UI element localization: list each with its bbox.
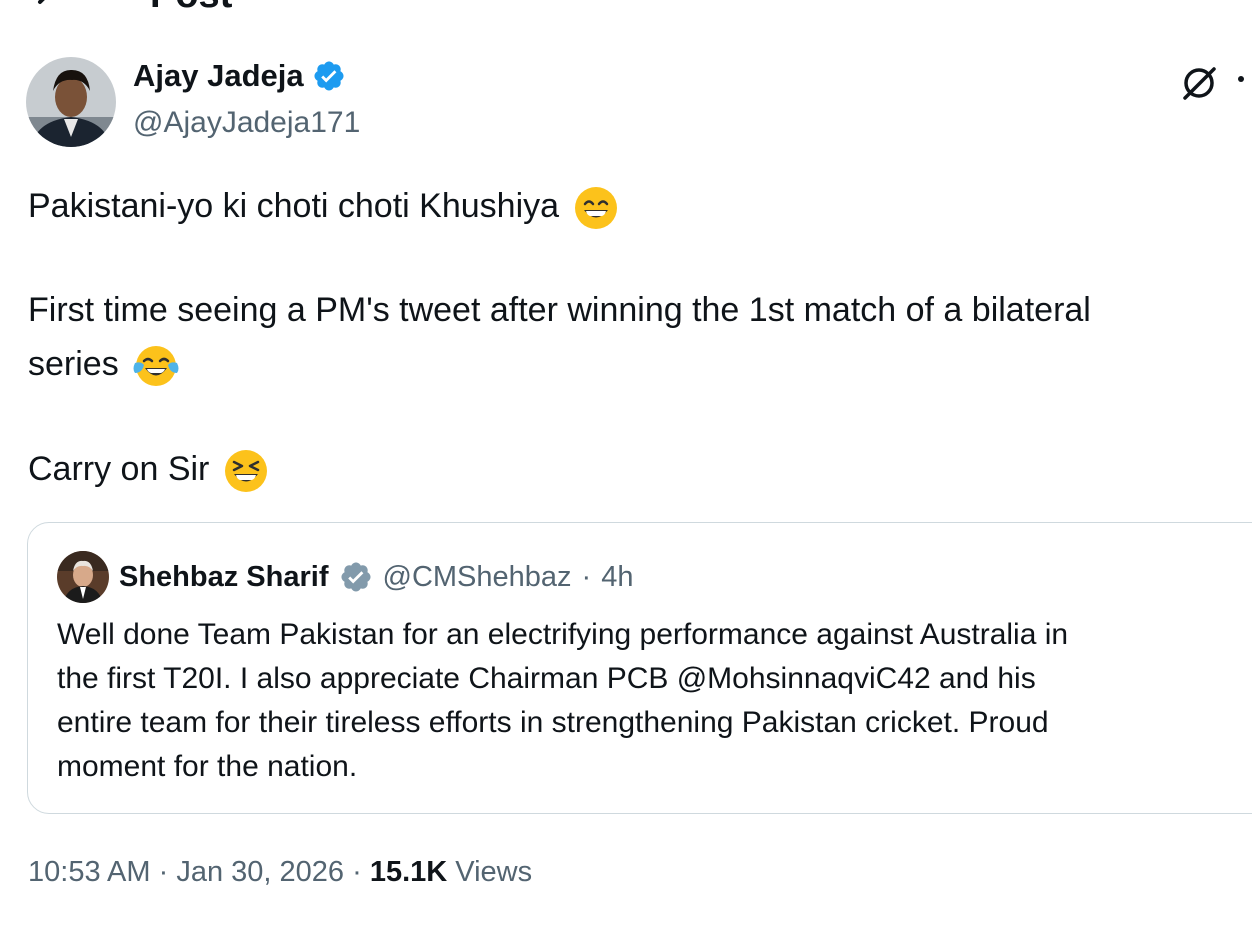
separator-dot: · (158, 856, 169, 888)
post-time[interactable]: 10:53 AM (28, 856, 151, 888)
author-name[interactable]: Ajay Jadeja (133, 58, 304, 94)
tweet-line: series (28, 338, 180, 390)
post-meta-row: 10:53 AM · Jan 30, 2026 · 15.1K Views (28, 856, 532, 889)
quoted-text-line: Well done Team Pakistan for an electrify… (57, 618, 1069, 651)
quoted-post-text: Well done Team Pakistan for an electrify… (57, 613, 1237, 789)
quoted-author-name[interactable]: Shehbaz Sharif (119, 561, 329, 594)
author-handle[interactable]: @AjayJadeja171 (133, 106, 360, 140)
quoted-post-time[interactable]: 4h (601, 561, 633, 594)
quoted-post-header: Shehbaz Sharif @CMShehbaz · 4h (57, 551, 633, 603)
quoted-text-line: moment for the nation. (57, 750, 358, 783)
government-verified-badge-icon (340, 562, 371, 592)
tweet-text-line3: Carry on Sir (28, 450, 210, 488)
tweet-line: Pakistani-yo ki choti choti Khushiya (28, 180, 619, 232)
author-name-row[interactable]: Ajay Jadeja (133, 58, 346, 94)
tweet-text-line2b: series (28, 345, 119, 383)
post-date[interactable]: Jan 30, 2026 (176, 856, 344, 888)
tweet-text-line1: Pakistani-yo ki choti choti Khushiya (28, 187, 560, 225)
grinning-smiling-eyes-emoji (574, 187, 617, 230)
more-options-icon[interactable] (1238, 76, 1244, 82)
tweet-text-line2: First time seeing a PM's tweet after win… (28, 291, 1091, 329)
tears-of-joy-emoji (133, 346, 179, 387)
verified-badge-icon (314, 61, 344, 91)
grok-icon[interactable] (1178, 62, 1220, 104)
views-count: 15.1K (369, 856, 448, 888)
quoted-author-avatar[interactable] (57, 551, 109, 603)
quoted-text-line: the first T20I. I also appreciate Chairm… (57, 662, 1036, 695)
quoted-text-line: entire team for their tireless efforts i… (57, 706, 1049, 739)
tweet-line: First time seeing a PM's tweet after win… (28, 284, 1091, 336)
quoted-post-card[interactable]: Shehbaz Sharif @CMShehbaz · 4h Well done… (27, 522, 1252, 814)
squinting-laughing-emoji (224, 450, 267, 493)
avatar[interactable] (26, 57, 116, 147)
tweet-line: Carry on Sir (28, 443, 269, 495)
separator-dot: · (352, 856, 362, 888)
views-label: Views (455, 856, 533, 888)
separator-dot: · (581, 560, 592, 593)
arrow-left-icon[interactable] (30, 0, 70, 22)
quoted-author-handle[interactable]: @CMShehbaz (383, 561, 572, 594)
page-title: Post (150, 0, 232, 17)
